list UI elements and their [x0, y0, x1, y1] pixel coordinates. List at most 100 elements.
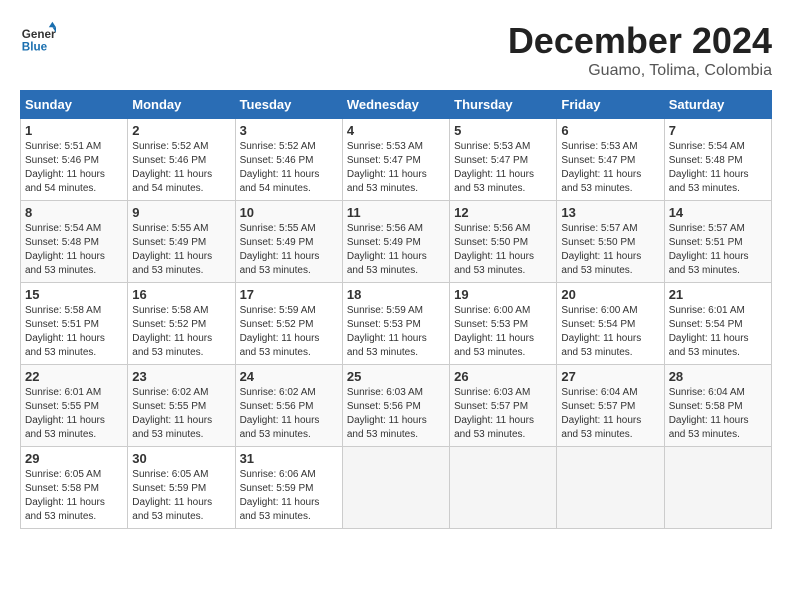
- day-number: 12: [454, 205, 552, 220]
- day-info: Sunrise: 6:04 AMSunset: 5:57 PMDaylight:…: [561, 387, 641, 440]
- day-number: 29: [25, 451, 123, 466]
- day-info: Sunrise: 5:57 AMSunset: 5:50 PMDaylight:…: [561, 223, 641, 276]
- day-info: Sunrise: 6:01 AMSunset: 5:54 PMDaylight:…: [669, 305, 749, 358]
- calendar-week-row: 29 Sunrise: 6:05 AMSunset: 5:58 PMDaylig…: [21, 447, 772, 529]
- calendar-cell: 8 Sunrise: 5:54 AMSunset: 5:48 PMDayligh…: [21, 201, 128, 283]
- calendar-cell: 20 Sunrise: 6:00 AMSunset: 5:54 PMDaylig…: [557, 283, 664, 365]
- calendar-cell: 14 Sunrise: 5:57 AMSunset: 5:51 PMDaylig…: [664, 201, 771, 283]
- day-info: Sunrise: 6:00 AMSunset: 5:53 PMDaylight:…: [454, 305, 534, 358]
- calendar-cell: 13 Sunrise: 5:57 AMSunset: 5:50 PMDaylig…: [557, 201, 664, 283]
- day-info: Sunrise: 6:03 AMSunset: 5:57 PMDaylight:…: [454, 387, 534, 440]
- calendar-cell: 4 Sunrise: 5:53 AMSunset: 5:47 PMDayligh…: [342, 119, 449, 201]
- day-number: 27: [561, 369, 659, 384]
- calendar-cell: 3 Sunrise: 5:52 AMSunset: 5:46 PMDayligh…: [235, 119, 342, 201]
- calendar-cell: 12 Sunrise: 5:56 AMSunset: 5:50 PMDaylig…: [450, 201, 557, 283]
- day-info: Sunrise: 5:57 AMSunset: 5:51 PMDaylight:…: [669, 223, 749, 276]
- calendar-cell: 10 Sunrise: 5:55 AMSunset: 5:49 PMDaylig…: [235, 201, 342, 283]
- day-number: 31: [240, 451, 338, 466]
- day-number: 23: [132, 369, 230, 384]
- day-number: 10: [240, 205, 338, 220]
- calendar-cell: 1 Sunrise: 5:51 AMSunset: 5:46 PMDayligh…: [21, 119, 128, 201]
- day-info: Sunrise: 6:02 AMSunset: 5:56 PMDaylight:…: [240, 387, 320, 440]
- day-number: 2: [132, 123, 230, 138]
- day-number: 9: [132, 205, 230, 220]
- calendar-cell: [450, 447, 557, 529]
- header-wednesday: Wednesday: [342, 91, 449, 119]
- calendar-cell: [664, 447, 771, 529]
- svg-text:Blue: Blue: [22, 41, 48, 54]
- day-number: 21: [669, 287, 767, 302]
- calendar-week-row: 1 Sunrise: 5:51 AMSunset: 5:46 PMDayligh…: [21, 119, 772, 201]
- day-info: Sunrise: 5:58 AMSunset: 5:52 PMDaylight:…: [132, 305, 212, 358]
- day-info: Sunrise: 5:53 AMSunset: 5:47 PMDaylight:…: [561, 141, 641, 194]
- day-info: Sunrise: 5:55 AMSunset: 5:49 PMDaylight:…: [240, 223, 320, 276]
- day-number: 20: [561, 287, 659, 302]
- day-number: 16: [132, 287, 230, 302]
- title-area: December 2024 Guamo, Tolima, Colombia: [508, 20, 772, 80]
- header-tuesday: Tuesday: [235, 91, 342, 119]
- day-number: 7: [669, 123, 767, 138]
- calendar-week-row: 22 Sunrise: 6:01 AMSunset: 5:55 PMDaylig…: [21, 365, 772, 447]
- page-header: General Blue December 2024 Guamo, Tolima…: [20, 20, 772, 80]
- calendar-cell: 27 Sunrise: 6:04 AMSunset: 5:57 PMDaylig…: [557, 365, 664, 447]
- calendar-cell: 29 Sunrise: 6:05 AMSunset: 5:58 PMDaylig…: [21, 447, 128, 529]
- day-info: Sunrise: 6:01 AMSunset: 5:55 PMDaylight:…: [25, 387, 105, 440]
- calendar-week-row: 15 Sunrise: 5:58 AMSunset: 5:51 PMDaylig…: [21, 283, 772, 365]
- calendar-cell: 9 Sunrise: 5:55 AMSunset: 5:49 PMDayligh…: [128, 201, 235, 283]
- day-info: Sunrise: 5:55 AMSunset: 5:49 PMDaylight:…: [132, 223, 212, 276]
- calendar-cell: 11 Sunrise: 5:56 AMSunset: 5:49 PMDaylig…: [342, 201, 449, 283]
- day-info: Sunrise: 5:58 AMSunset: 5:51 PMDaylight:…: [25, 305, 105, 358]
- day-number: 24: [240, 369, 338, 384]
- day-info: Sunrise: 6:05 AMSunset: 5:58 PMDaylight:…: [25, 469, 105, 522]
- day-info: Sunrise: 6:05 AMSunset: 5:59 PMDaylight:…: [132, 469, 212, 522]
- day-number: 28: [669, 369, 767, 384]
- header-sunday: Sunday: [21, 91, 128, 119]
- day-info: Sunrise: 5:53 AMSunset: 5:47 PMDaylight:…: [347, 141, 427, 194]
- day-info: Sunrise: 6:06 AMSunset: 5:59 PMDaylight:…: [240, 469, 320, 522]
- day-number: 15: [25, 287, 123, 302]
- calendar-cell: 17 Sunrise: 5:59 AMSunset: 5:52 PMDaylig…: [235, 283, 342, 365]
- day-number: 25: [347, 369, 445, 384]
- calendar-cell: 7 Sunrise: 5:54 AMSunset: 5:48 PMDayligh…: [664, 119, 771, 201]
- calendar-cell: 6 Sunrise: 5:53 AMSunset: 5:47 PMDayligh…: [557, 119, 664, 201]
- day-info: Sunrise: 5:51 AMSunset: 5:46 PMDaylight:…: [25, 141, 105, 194]
- calendar-cell: 16 Sunrise: 5:58 AMSunset: 5:52 PMDaylig…: [128, 283, 235, 365]
- calendar-cell: 23 Sunrise: 6:02 AMSunset: 5:55 PMDaylig…: [128, 365, 235, 447]
- calendar-cell: 5 Sunrise: 5:53 AMSunset: 5:47 PMDayligh…: [450, 119, 557, 201]
- day-info: Sunrise: 5:56 AMSunset: 5:49 PMDaylight:…: [347, 223, 427, 276]
- day-number: 8: [25, 205, 123, 220]
- day-number: 6: [561, 123, 659, 138]
- day-number: 18: [347, 287, 445, 302]
- svg-text:General: General: [22, 28, 56, 41]
- day-info: Sunrise: 5:52 AMSunset: 5:46 PMDaylight:…: [132, 141, 212, 194]
- logo: General Blue: [20, 20, 56, 56]
- calendar-cell: 24 Sunrise: 6:02 AMSunset: 5:56 PMDaylig…: [235, 365, 342, 447]
- calendar-cell: [342, 447, 449, 529]
- day-number: 11: [347, 205, 445, 220]
- calendar-cell: 2 Sunrise: 5:52 AMSunset: 5:46 PMDayligh…: [128, 119, 235, 201]
- logo-icon: General Blue: [20, 20, 56, 56]
- day-number: 5: [454, 123, 552, 138]
- day-info: Sunrise: 6:03 AMSunset: 5:56 PMDaylight:…: [347, 387, 427, 440]
- calendar-cell: 19 Sunrise: 6:00 AMSunset: 5:53 PMDaylig…: [450, 283, 557, 365]
- calendar-cell: 30 Sunrise: 6:05 AMSunset: 5:59 PMDaylig…: [128, 447, 235, 529]
- day-number: 3: [240, 123, 338, 138]
- calendar-cell: 31 Sunrise: 6:06 AMSunset: 5:59 PMDaylig…: [235, 447, 342, 529]
- calendar-cell: 18 Sunrise: 5:59 AMSunset: 5:53 PMDaylig…: [342, 283, 449, 365]
- location-title: Guamo, Tolima, Colombia: [508, 62, 772, 80]
- calendar-cell: 28 Sunrise: 6:04 AMSunset: 5:58 PMDaylig…: [664, 365, 771, 447]
- header-thursday: Thursday: [450, 91, 557, 119]
- day-number: 19: [454, 287, 552, 302]
- header-friday: Friday: [557, 91, 664, 119]
- calendar-cell: 26 Sunrise: 6:03 AMSunset: 5:57 PMDaylig…: [450, 365, 557, 447]
- day-info: Sunrise: 6:02 AMSunset: 5:55 PMDaylight:…: [132, 387, 212, 440]
- day-info: Sunrise: 5:54 AMSunset: 5:48 PMDaylight:…: [25, 223, 105, 276]
- month-title: December 2024: [508, 20, 772, 62]
- calendar-cell: 22 Sunrise: 6:01 AMSunset: 5:55 PMDaylig…: [21, 365, 128, 447]
- day-number: 13: [561, 205, 659, 220]
- day-number: 22: [25, 369, 123, 384]
- day-info: Sunrise: 5:53 AMSunset: 5:47 PMDaylight:…: [454, 141, 534, 194]
- calendar-cell: 25 Sunrise: 6:03 AMSunset: 5:56 PMDaylig…: [342, 365, 449, 447]
- day-info: Sunrise: 5:59 AMSunset: 5:52 PMDaylight:…: [240, 305, 320, 358]
- day-number: 14: [669, 205, 767, 220]
